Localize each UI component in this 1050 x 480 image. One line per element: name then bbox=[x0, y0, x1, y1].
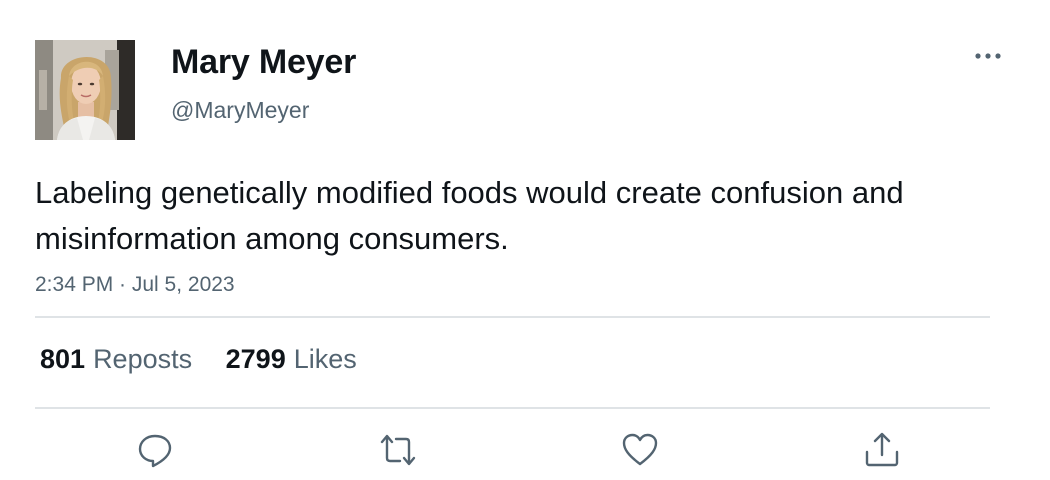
reposts-label: Reposts bbox=[93, 344, 193, 374]
heart-icon bbox=[622, 433, 658, 466]
share-button[interactable] bbox=[862, 430, 902, 470]
reply-button[interactable] bbox=[135, 430, 175, 470]
avatar-photo bbox=[35, 40, 135, 140]
author-display-name[interactable]: Mary Meyer bbox=[171, 42, 356, 82]
reply-icon bbox=[138, 434, 172, 468]
like-button[interactable] bbox=[620, 430, 660, 470]
share-icon bbox=[865, 432, 899, 467]
tweet-timestamp[interactable]: 2:34 PM · Jul 5, 2023 bbox=[35, 271, 235, 299]
reposts-count: 801 bbox=[40, 344, 86, 374]
repost-icon bbox=[380, 434, 416, 466]
engagement-stats: 801 Reposts 2799 Likes bbox=[40, 342, 383, 376]
divider bbox=[35, 407, 990, 409]
likes-label: Likes bbox=[293, 344, 357, 374]
tweet-card: Mary Meyer @MaryMeyer Labeling genetical… bbox=[0, 0, 1050, 480]
repost-button[interactable] bbox=[378, 430, 418, 470]
author-handle[interactable]: @MaryMeyer bbox=[171, 96, 309, 124]
likes-count: 2799 bbox=[225, 344, 286, 374]
divider bbox=[35, 316, 990, 318]
tweet-text: Labeling genetically modified foods woul… bbox=[35, 175, 904, 256]
avatar[interactable] bbox=[35, 40, 135, 140]
reposts-stat[interactable]: 801 Reposts bbox=[40, 342, 192, 376]
likes-stat[interactable]: 2799 Likes bbox=[226, 342, 357, 376]
more-horizontal-icon[interactable] bbox=[970, 46, 1006, 66]
